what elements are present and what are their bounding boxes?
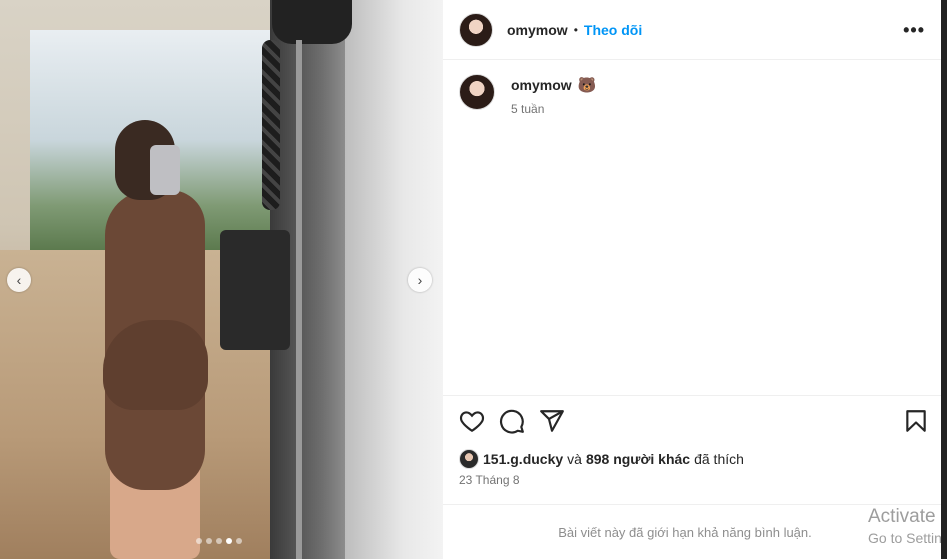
instagram-post-viewer: ‹ › omymow • Theo dõi ••• omymow 🐻 5 tuầ… — [0, 0, 947, 559]
carousel-dot — [196, 538, 202, 544]
caption-username[interactable]: omymow — [511, 77, 572, 93]
caption-avatar[interactable] — [459, 74, 495, 110]
photo-subject — [95, 120, 225, 559]
caption-time[interactable]: 5 tuần — [511, 102, 596, 116]
likes-summary: 151.g.ducky và 898 người khác đã thích — [459, 449, 744, 469]
follow-button[interactable]: Theo dõi — [584, 22, 642, 38]
watermark-line1: Activate — [868, 506, 936, 527]
carousel-dot — [206, 538, 212, 544]
carousel-next-button[interactable]: › — [408, 268, 432, 292]
post-date[interactable]: 23 Tháng 8 — [459, 473, 520, 487]
header-separator: • — [573, 22, 578, 37]
gym-machine — [220, 230, 290, 350]
machine-bar — [296, 40, 302, 559]
post-header: omymow • Theo dõi ••• — [443, 0, 947, 60]
likes-and: và — [567, 451, 582, 467]
liker-avatar[interactable] — [459, 449, 479, 469]
post-side-panel: omymow • Theo dõi ••• omymow 🐻 5 tuần 15… — [443, 0, 947, 559]
carousel-indicator — [196, 538, 242, 544]
cable-pulley — [272, 0, 352, 44]
chevron-left-icon: ‹ — [16, 272, 22, 288]
carousel-dot-active — [226, 538, 232, 544]
carousel-prev-button[interactable]: ‹ — [7, 268, 31, 292]
window-edge — [941, 0, 947, 559]
chevron-right-icon: › — [417, 272, 423, 288]
action-bar — [443, 395, 947, 445]
post-username[interactable]: omymow — [507, 22, 568, 38]
liker-username[interactable]: 151.g.ducky — [483, 451, 563, 467]
windows-activation-watermark: Activate Go to Settin — [868, 506, 942, 546]
likes-suffix: đã thích — [694, 451, 744, 467]
bear-emoji-icon: 🐻 — [577, 77, 597, 94]
comment-icon[interactable] — [499, 408, 525, 434]
heart-icon[interactable] — [459, 408, 485, 434]
carousel-dot — [216, 538, 222, 544]
avatar[interactable] — [459, 12, 493, 47]
likes-others[interactable]: 898 người khác — [586, 451, 690, 467]
more-icon[interactable]: ••• — [903, 20, 925, 41]
bookmark-icon[interactable] — [903, 408, 929, 434]
share-icon[interactable] — [539, 408, 565, 434]
watermark-line2: Go to Settin — [868, 530, 942, 546]
cable-rope — [262, 40, 280, 210]
carousel-dot — [236, 538, 242, 544]
post-caption: omymow 🐻 5 tuần — [459, 74, 596, 116]
post-media[interactable]: ‹ › — [0, 0, 443, 559]
